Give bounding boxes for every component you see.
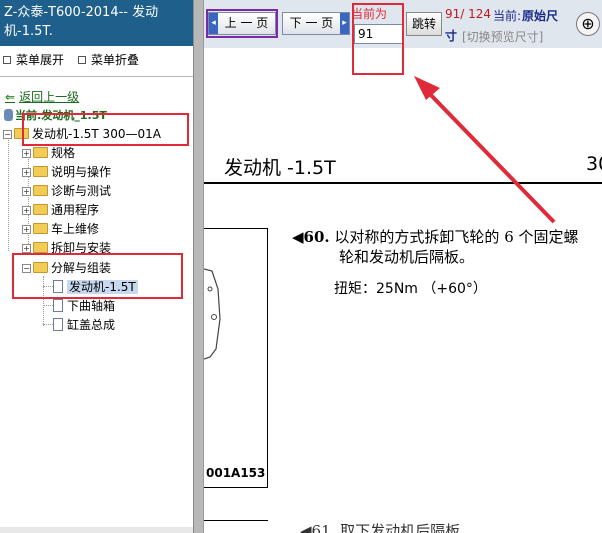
torque-label: 扭矩： <box>334 281 376 297</box>
jump-button[interactable]: 跳转 <box>406 12 442 36</box>
tree-item-specs[interactable]: + 规格 <box>22 145 75 161</box>
section-title-cut: 30 <box>586 153 602 175</box>
expand-icon[interactable]: + <box>22 244 31 253</box>
tree-child-label: 下曲轴箱 <box>67 299 116 313</box>
tree-item-label: 说明与操作 <box>51 165 112 179</box>
tree-item-onvehicle[interactable]: + 车上维修 <box>22 221 99 237</box>
prev-page-label: 上 一 页 <box>224 16 269 30</box>
pane-splitter[interactable] <box>193 0 204 533</box>
document-icon <box>53 318 63 331</box>
figure-code: 001A153 <box>206 466 266 480</box>
folder-icon <box>33 185 48 196</box>
square-icon <box>3 56 11 64</box>
annotation-box <box>22 113 189 146</box>
figure-bottom-rule <box>204 520 268 521</box>
tree-item-general[interactable]: + 通用程序 <box>22 202 99 218</box>
back-link[interactable]: ⇐ 返回上一级 <box>5 88 79 105</box>
folder-icon <box>33 166 48 177</box>
arrow-right-icon: ▸ <box>340 13 349 34</box>
document-icon <box>53 299 63 312</box>
tree-item-label: 规格 <box>51 146 76 160</box>
menu-collapse-button[interactable]: 菜单折叠 <box>78 50 139 70</box>
divider <box>0 76 193 77</box>
tree-pane: Z-众泰-T600-2014-- 发动机-1.5T. 菜单展开 菜单折叠 ⇐ 返回… <box>0 0 193 533</box>
arrow-left-icon: ◂ <box>209 13 218 34</box>
step-text: 以对称的方式拆卸飞轮的 6 个固定螺 <box>334 228 579 246</box>
next-step-partial: ◀61. 取下发动机后隔板 <box>300 522 461 533</box>
back-arrow-icon: ⇐ <box>5 90 16 104</box>
torque-value: 25Nm （+60°） <box>376 281 487 297</box>
tree-item-label: 车上维修 <box>51 222 100 236</box>
menu-bar: 菜单展开 菜单折叠 <box>0 50 193 70</box>
menu-expand-button[interactable]: 菜单展开 <box>3 50 64 70</box>
engine-figure <box>204 268 221 360</box>
switch-preview-size-link[interactable]: [切换预览尺寸] <box>462 28 543 45</box>
page-count: 91/ 124 <box>445 7 492 21</box>
section-title: 发动机 -1.5T <box>224 157 336 179</box>
tree-child-cylinder-head[interactable]: 缸盖总成 <box>53 317 115 333</box>
expand-icon[interactable]: + <box>22 168 31 177</box>
tree-guide <box>43 324 53 325</box>
title-rule <box>204 182 602 184</box>
document-viewer: ◂ 上 一 页 ▸ 下 一 页 当前为 91 跳转 91/ 124 当前: 原始尺 … <box>204 0 602 533</box>
menu-collapse-label: 菜单折叠 <box>91 53 140 67</box>
computer-icon <box>4 109 13 121</box>
original-size-label: 原始尺 <box>522 9 559 23</box>
step-marker: ◀60. <box>292 228 330 246</box>
step-60: ◀60. 以对称的方式拆卸飞轮的 6 个固定螺 <box>292 226 579 247</box>
torque-spec: 扭矩：25Nm （+60°） <box>334 278 487 298</box>
square-icon <box>78 56 86 64</box>
tree-child-label: 缸盖总成 <box>67 318 116 332</box>
tree-item-diagnosis[interactable]: + 诊断与测试 <box>22 183 111 199</box>
prev-page-button[interactable]: ◂ 上 一 页 <box>208 12 276 35</box>
tree-child-crankcase[interactable]: 下曲轴箱 <box>53 298 115 314</box>
tree-item-description[interactable]: + 说明与操作 <box>22 164 111 180</box>
tree-guide <box>8 138 9 251</box>
next-page-button[interactable]: ▸ 下 一 页 <box>282 12 350 35</box>
horizontal-scrollbar[interactable] <box>0 527 193 533</box>
expand-icon[interactable]: + <box>22 149 31 158</box>
next-page-label: 下 一 页 <box>289 16 334 30</box>
menu-expand-label: 菜单展开 <box>16 53 65 67</box>
original-size-tail: 寸 <box>445 29 458 43</box>
expand-icon[interactable]: + <box>22 225 31 234</box>
step-text-line2: 轮和发动机后隔板。 <box>339 248 475 266</box>
annotation-box <box>12 253 183 299</box>
tree-item-label: 通用程序 <box>51 203 100 217</box>
tree-item-label: 诊断与测试 <box>51 184 112 198</box>
zoom-in-icon[interactable]: ⊕ <box>576 12 600 36</box>
folder-icon <box>33 223 48 234</box>
expand-icon[interactable]: + <box>22 206 31 215</box>
folder-icon <box>33 147 48 158</box>
annotation-box <box>352 3 404 75</box>
folder-icon <box>33 242 48 253</box>
current-size-label: 当前: <box>493 9 522 23</box>
expand-icon[interactable]: + <box>22 187 31 196</box>
document-title: Z-众泰-T600-2014-- 发动机-1.5T. <box>0 0 193 46</box>
back-link-label: 返回上一级 <box>19 90 80 104</box>
figure-frame <box>204 228 268 488</box>
tree-guide <box>43 305 53 306</box>
collapse-icon[interactable]: − <box>3 130 12 139</box>
folder-icon <box>33 204 48 215</box>
